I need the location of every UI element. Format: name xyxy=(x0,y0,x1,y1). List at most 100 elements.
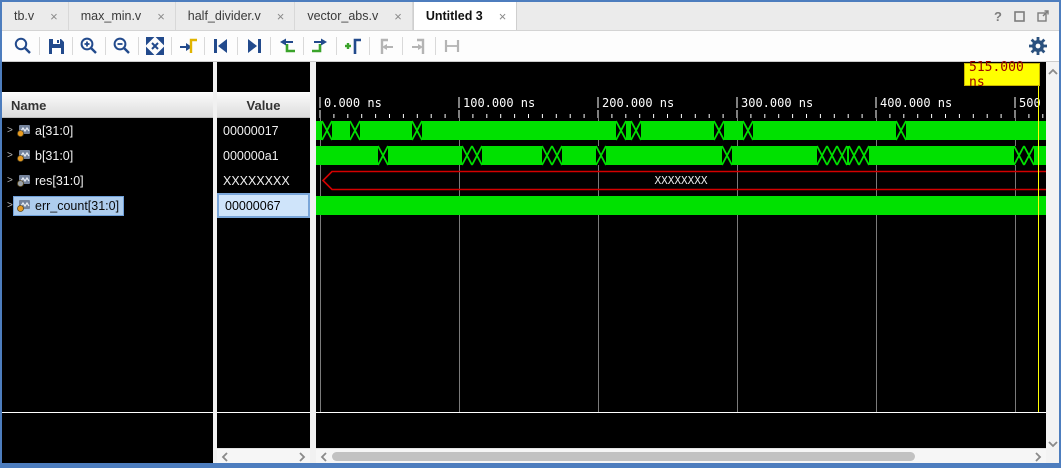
signal-row-b310[interactable]: >b[31:0] xyxy=(2,143,213,168)
value-top-strip xyxy=(217,62,310,92)
save-icon[interactable] xyxy=(43,34,69,58)
go-to-cursor-icon[interactable] xyxy=(175,34,201,58)
settings-gear-icon[interactable] xyxy=(1025,34,1051,58)
maximize-icon[interactable] xyxy=(1014,11,1025,22)
zoom-in-icon[interactable] xyxy=(76,34,102,58)
svg-text:XXXXXXXX: XXXXXXXX xyxy=(655,174,708,187)
signal-value-text: 00000017 xyxy=(217,124,279,138)
toolbar-separator xyxy=(237,37,238,55)
expand-chevron-icon[interactable]: > xyxy=(2,150,14,161)
tab-tb-v[interactable]: tb.v × xyxy=(2,2,69,30)
divider xyxy=(316,412,1046,413)
close-icon[interactable]: × xyxy=(50,10,58,23)
wave-err_count310[interactable] xyxy=(316,193,1046,218)
tab-half-divider-v[interactable]: half_divider.v × xyxy=(176,2,296,30)
bus-signal-icon xyxy=(16,124,31,137)
toolbar-icons xyxy=(10,34,465,58)
waveform-toolbar xyxy=(2,31,1059,62)
expand-chevron-icon[interactable]: > xyxy=(2,200,14,211)
goto-prev-marker-icon xyxy=(373,34,399,58)
tab-label: half_divider.v xyxy=(188,9,261,23)
next-transition-icon[interactable] xyxy=(241,34,267,58)
tab-max-min-v[interactable]: max_min.v× xyxy=(69,2,176,30)
signal-value-res310[interactable]: XXXXXXXX xyxy=(217,168,310,193)
prev-edge-icon[interactable] xyxy=(274,34,300,58)
wave-a310[interactable] xyxy=(316,118,1046,143)
divider xyxy=(217,412,310,413)
tab-label: vector_abs.v xyxy=(307,9,378,23)
scroll-up-icon[interactable] xyxy=(1047,66,1058,78)
window-controls: ? xyxy=(994,2,1059,30)
close-icon[interactable]: × xyxy=(157,10,165,23)
toolbar-separator xyxy=(171,37,172,55)
svg-text:300.000 ns: 300.000 ns xyxy=(741,96,813,110)
wave-viewer-main: Name >a[31:0]>b[31:0]>res[31:0]>err_coun… xyxy=(2,62,1059,463)
signal-name-wrap[interactable]: res[31:0] xyxy=(14,172,88,190)
value-column-header[interactable]: Value xyxy=(217,93,310,118)
scroll-left-icon[interactable] xyxy=(219,450,231,463)
help-icon[interactable]: ? xyxy=(994,9,1002,24)
time-cursor[interactable] xyxy=(1038,86,1039,412)
signal-row-err_count310[interactable]: > err_count[31:0] xyxy=(2,193,213,218)
tab-untitled-3[interactable]: Untitled 3 × xyxy=(413,2,518,30)
toolbar-separator xyxy=(204,37,205,55)
tab-label: tb.v xyxy=(14,9,34,23)
close-icon[interactable]: × xyxy=(394,10,402,23)
bus-signal-icon xyxy=(16,174,31,187)
zoom-fit-icon[interactable] xyxy=(142,34,168,58)
signal-value-text: 000000a1 xyxy=(217,149,279,163)
name-top-strip xyxy=(2,62,213,92)
toolbar-separator xyxy=(402,37,403,55)
signal-row-a310[interactable]: >a[31:0] xyxy=(2,118,213,143)
svg-text:0.000 ns: 0.000 ns xyxy=(324,96,382,110)
prev-transition-icon[interactable] xyxy=(208,34,234,58)
toolbar-separator xyxy=(39,37,40,55)
tab-bar: tb.v×max_min.v×half_divider.v×vector_abs… xyxy=(2,2,1059,31)
value-column-panel: Value 00000017 000000a1 XXXXXXXX 00000067 xyxy=(217,62,310,463)
expand-chevron-icon[interactable]: > xyxy=(2,125,14,136)
signal-name-wrap[interactable]: b[31:0] xyxy=(14,147,77,165)
signal-row-res310[interactable]: > res[31:0] xyxy=(2,168,213,193)
wave-horizontal-scrollbar[interactable] xyxy=(316,448,1046,463)
waveform-panel[interactable]: 515.000 ns 0.000 ns100.000 ns200.000 ns3… xyxy=(316,62,1046,463)
goto-next-marker-icon xyxy=(406,34,432,58)
cursor-time-badge: 515.000 ns xyxy=(964,63,1040,86)
search-icon[interactable] xyxy=(10,34,36,58)
bus-signal-icon xyxy=(16,149,31,162)
close-icon[interactable]: × xyxy=(277,10,285,23)
expand-chevron-icon[interactable]: > xyxy=(2,175,14,186)
toolbar-separator xyxy=(435,37,436,55)
value-horizontal-scrollbar[interactable] xyxy=(217,448,310,463)
divider xyxy=(2,412,213,413)
name-column-header[interactable]: Name xyxy=(2,93,213,118)
wave-b310[interactable] xyxy=(316,143,1046,168)
signal-name-label: res[31:0] xyxy=(35,174,84,188)
float-icon[interactable] xyxy=(1037,10,1049,22)
scroll-right-icon[interactable] xyxy=(1032,450,1044,463)
tab-label: Untitled 3 xyxy=(426,9,483,23)
signal-value-b310[interactable]: 000000a1 xyxy=(217,143,310,168)
wave-top-strip xyxy=(316,62,1046,92)
svg-text:100.000 ns: 100.000 ns xyxy=(463,96,535,110)
scroll-right-icon[interactable] xyxy=(296,450,308,463)
scrollbar-thumb[interactable] xyxy=(332,452,915,461)
signal-value-err_count310[interactable]: 00000067 xyxy=(217,193,310,218)
signal-value-a310[interactable]: 00000017 xyxy=(217,118,310,143)
tab-vector-abs-v[interactable]: vector_abs.v × xyxy=(295,2,412,30)
wave-res310[interactable]: XXXXXXXX xyxy=(316,168,1046,193)
toolbar-separator xyxy=(270,37,271,55)
toolbar-separator xyxy=(369,37,370,55)
signal-name-wrap[interactable]: a[31:0] xyxy=(14,122,77,140)
zoom-out-icon[interactable] xyxy=(109,34,135,58)
signal-value-text: 00000067 xyxy=(219,199,281,213)
close-icon[interactable]: × xyxy=(499,10,507,23)
svg-text:400.000 ns: 400.000 ns xyxy=(880,96,952,110)
signal-name-label: err_count[31:0] xyxy=(35,199,119,213)
wave-vertical-scrollbar[interactable] xyxy=(1046,62,1059,463)
toolbar-separator xyxy=(138,37,139,55)
signal-name-wrap[interactable]: err_count[31:0] xyxy=(14,197,123,215)
next-edge-icon[interactable] xyxy=(307,34,333,58)
scroll-down-icon[interactable] xyxy=(1047,438,1058,450)
add-marker-icon[interactable] xyxy=(340,34,366,58)
scroll-left-icon[interactable] xyxy=(318,450,330,463)
